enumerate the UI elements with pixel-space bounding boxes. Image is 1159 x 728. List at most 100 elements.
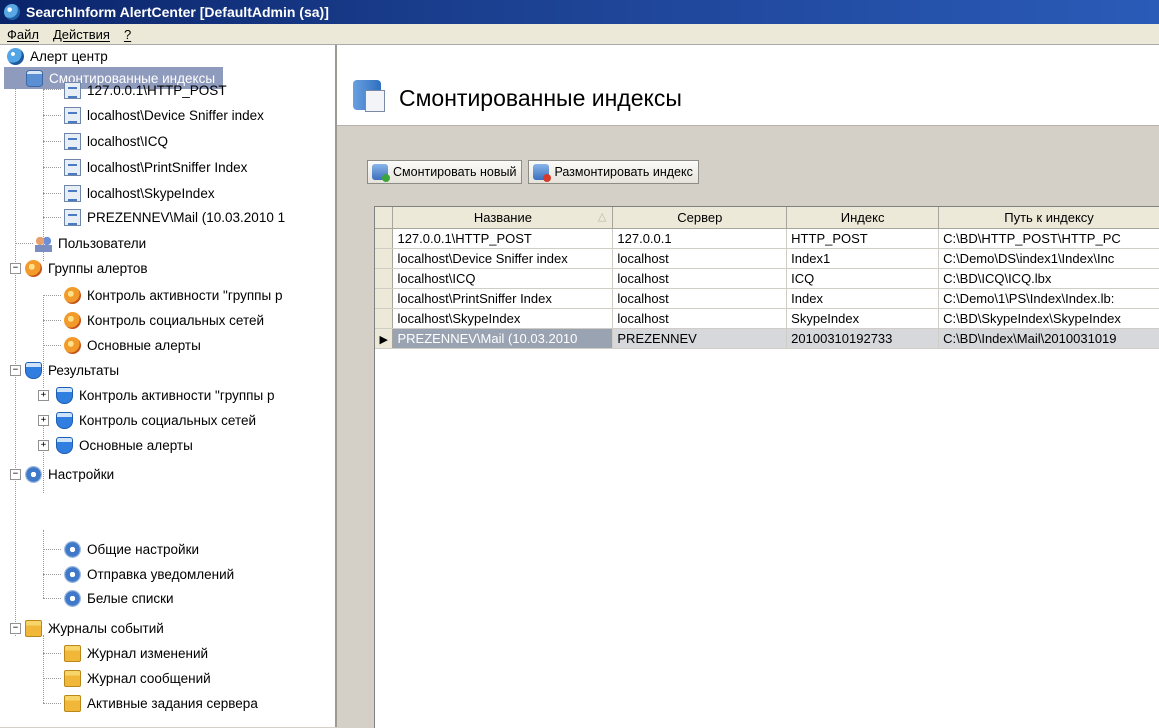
alert-icon [64,311,81,329]
menu-help[interactable]: ? [117,27,138,42]
current-row-indicator[interactable]: ▶ [375,328,394,349]
log-icon [64,669,81,687]
tree-node-result[interactable]: Контроль активности "группы р [56,384,274,406]
table-row[interactable]: localhost\SkypeIndex localhost SkypeInde… [375,308,1159,329]
page-title: Смонтированные индексы [399,85,682,111]
cell-server: localhost [612,288,788,309]
alert-icon [64,286,81,304]
unmount-index-button[interactable]: Размонтировать индекс [528,160,699,184]
cell-server: localhost [612,248,788,269]
table-row[interactable]: localhost\Device Sniffer index localhost… [375,248,1159,269]
cell-index: SkypeIndex [786,308,940,329]
tree-node-alert-group[interactable]: Контроль социальных сетей [64,309,264,331]
cell-path: C:\BD\ICQ\ICQ.lbx [938,268,1159,289]
tree-node-alert-center[interactable]: Алерт центр [7,45,108,67]
cell-index: Index [786,288,940,309]
table-row-selected[interactable]: ▶ PREZENNEV\Mail (10.03.2010 PREZENNEV 2… [375,328,1159,349]
window-title: SearchInform AlertCenter [DefaultAdmin (… [26,4,329,20]
app-globe-icon [4,4,20,20]
collapse-results-icon[interactable]: − [10,365,21,376]
index-doc-icon [64,106,81,124]
gear-icon [64,565,81,583]
cell-path: C:\Demo\DS\index1\Index\Inc [938,248,1159,269]
menu-file[interactable]: Файл [0,27,46,42]
row-header[interactable] [375,308,394,329]
cell-path: C:\BD\SkypeIndex\SkypeIndex [938,308,1159,329]
settings-icon [25,465,42,483]
cell-server: localhost [612,268,788,289]
tree-node-results[interactable]: Результаты [25,359,119,381]
gear-icon [64,540,81,558]
column-header-server[interactable]: Сервер [612,207,788,229]
cell-path: C:\Demo\1\PS\Index\Index.lb: [938,288,1159,309]
tree-node-index[interactable]: PREZENNEV\Mail (10.03.2010 1 [64,206,285,228]
table-row[interactable]: localhost\ICQ localhost ICQ C:\BD\ICQ\IC… [375,268,1159,289]
cell-path: C:\BD\HTTP_POST\HTTP_PC [938,228,1159,249]
tree-node-index[interactable]: localhost\PrintSniffer Index [64,156,247,178]
tree-node-index[interactable]: localhost\Device Sniffer index [64,104,264,126]
column-header-path[interactable]: Путь к индексу [938,207,1159,229]
tree-node-log[interactable]: Журнал сообщений [64,667,211,689]
mount-icon [372,164,390,182]
column-header-name[interactable]: Название △ [392,207,614,229]
tree-node-setting[interactable]: Отправка уведомлений [64,563,234,585]
title-bar: SearchInform AlertCenter [DefaultAdmin (… [0,0,1159,24]
tree-node-alert-groups[interactable]: Группы алертов [25,257,148,279]
tree-node-index[interactable]: localhost\ICQ [64,130,168,152]
tree-node-log[interactable]: Активные задания сервера [64,692,258,714]
cell-name: localhost\PrintSniffer Index [392,288,614,309]
menu-actions[interactable]: Действия [46,27,117,42]
cell-index: ICQ [786,268,940,289]
row-header[interactable] [375,268,394,289]
expand-result-icon[interactable]: + [38,440,49,451]
row-header[interactable] [375,228,394,249]
row-header[interactable] [375,248,394,269]
content-pane: Смонтированные индексы Смонтировать новы… [337,45,1159,728]
log-icon [25,619,42,637]
table-row[interactable]: localhost\PrintSniffer Index localhost I… [375,288,1159,309]
collapse-alert-groups-icon[interactable]: − [10,263,21,274]
row-pointer-icon: ▶ [379,334,388,346]
cell-index: 20100310192733 [786,328,940,349]
tree-node-index[interactable]: 127.0.0.1\HTTP_POST [64,79,227,101]
tree-node-settings[interactable]: Настройки [25,463,114,485]
column-header-index[interactable]: Индекс [786,207,940,229]
sort-ascending-icon: △ [597,211,607,223]
cell-name: localhost\ICQ [392,268,614,289]
database-icon [26,69,43,87]
table-row[interactable]: 127.0.0.1\HTTP_POST 127.0.0.1 HTTP_POST … [375,228,1159,249]
menu-bar: Файл Действия ? [0,24,1159,45]
mount-new-button[interactable]: Смонтировать новый [367,160,523,184]
collapse-logs-icon[interactable]: − [10,623,21,634]
tree-node-users[interactable]: Пользователи [35,232,146,254]
cell-name: localhost\Device Sniffer index [392,248,614,269]
tree-node-log[interactable]: Журнал изменений [64,642,208,664]
unmount-icon [533,164,552,182]
tree-node-setting[interactable]: Общие настройки [64,538,199,560]
log-icon [64,644,81,662]
indexes-grid[interactable]: Название △ Сервер Индекс Путь к индексу … [374,206,1159,728]
row-header[interactable] [375,288,394,309]
navigation-tree[interactable]: Алерт центр − Смонтированные индексы 127… [0,45,337,727]
tree-node-result[interactable]: Основные алерты [56,434,193,456]
cell-name: PREZENNEV\Mail (10.03.2010 [392,328,614,349]
expand-result-icon[interactable]: + [38,390,49,401]
page-header: Смонтированные индексы [337,45,1159,126]
cell-index: HTTP_POST [786,228,940,249]
tree-node-result[interactable]: Контроль социальных сетей [56,409,256,431]
alert-group-icon [25,259,42,277]
cell-name: localhost\SkypeIndex [392,308,614,329]
results-icon [56,436,73,454]
log-icon [64,694,81,712]
collapse-settings-icon[interactable]: − [10,469,21,480]
tree-node-setting[interactable]: Белые списки [64,587,174,609]
cell-server: 127.0.0.1 [612,228,788,249]
expand-result-icon[interactable]: + [38,415,49,426]
tree-node-index[interactable]: localhost\SkypeIndex [64,182,215,204]
tree-node-alert-group[interactable]: Основные алерты [64,334,201,356]
tree-node-alert-group[interactable]: Контроль активности "группы р [64,284,282,306]
cell-path: C:\BD\Index\Mail\2010031019 [938,328,1159,349]
alert-icon [64,336,81,354]
users-icon [35,234,52,252]
tree-node-event-logs[interactable]: Журналы событий [25,617,164,639]
